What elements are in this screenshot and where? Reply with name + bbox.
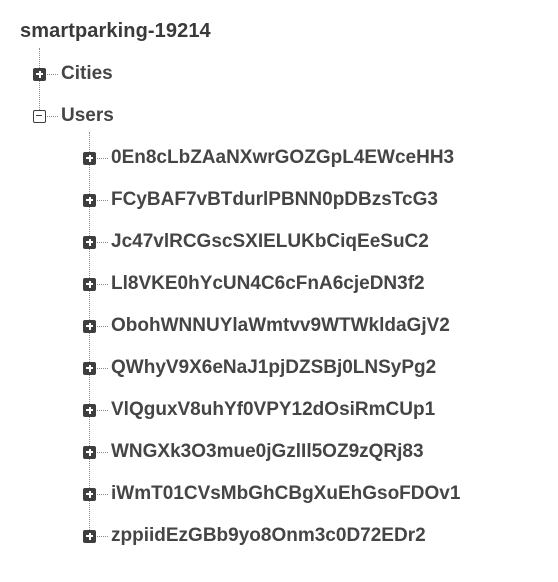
tree-node-user[interactable]: QWhyV9X6eNaJ1pjDZSBj0LNSyPg2 — [83, 355, 436, 381]
user-id-label: Jc47vlRCGscSXIELUKbCiqEeSuC2 — [111, 231, 429, 252]
tree-connector — [97, 157, 108, 159]
expand-plus-icon[interactable] — [83, 193, 96, 207]
expand-plus-icon[interactable] — [83, 151, 96, 165]
tree-connector — [97, 535, 108, 537]
tree-connector — [97, 241, 108, 243]
expand-plus-icon[interactable] — [83, 277, 96, 291]
user-id-label: QWhyV9X6eNaJ1pjDZSBj0LNSyPg2 — [111, 357, 437, 378]
user-id-label: FCyBAF7vBTdurlPBNN0pDBzsTcG3 — [111, 189, 438, 210]
tree-node-user[interactable]: iWmT01CVsMbGhCBgXuEhGsoFDOv1 — [83, 481, 460, 507]
tree-connector — [97, 283, 108, 285]
tree-node-user[interactable]: zppiidEzGBb9yo8Onm3c0D72EDr2 — [83, 523, 426, 549]
user-id-label: zppiidEzGBb9yo8Onm3c0D72EDr2 — [111, 525, 426, 546]
database-tree: smartparking-19214 Cities Users 0En8cLbZ… — [0, 0, 558, 582]
expand-plus-icon[interactable] — [33, 67, 46, 81]
user-id-label: iWmT01CVsMbGhCBgXuEhGsoFDOv1 — [111, 483, 461, 504]
user-id-label: VlQguxV8uhYf0VPY12dOsiRmCUp1 — [111, 399, 436, 420]
tree-node-cities[interactable]: Cities — [33, 61, 113, 87]
tree-node-user[interactable]: ObohWNNUYlaWmtvv9WTWkldaGjV2 — [83, 313, 450, 339]
expand-plus-icon[interactable] — [83, 319, 96, 333]
tree-connector — [97, 451, 108, 453]
collapse-minus-icon[interactable] — [33, 109, 46, 123]
user-id-label: 0En8cLbZAaNXwrGOZGpL4EWceHH3 — [111, 147, 455, 168]
tree-node-user[interactable]: WNGXk3O3mue0jGzlIl5OZ9zQRj83 — [83, 439, 424, 465]
tree-connector — [47, 73, 58, 75]
tree-node-user[interactable]: FCyBAF7vBTdurlPBNN0pDBzsTcG3 — [83, 187, 438, 213]
expand-plus-icon[interactable] — [83, 445, 96, 459]
tree-node-user[interactable]: Jc47vlRCGscSXIELUKbCiqEeSuC2 — [83, 229, 429, 255]
user-id-label: Ll8VKE0hYcUN4C6cFnA6cjeDN3f2 — [111, 273, 425, 294]
tree-node-user[interactable]: 0En8cLbZAaNXwrGOZGpL4EWceHH3 — [83, 145, 454, 171]
tree-connector — [97, 493, 108, 495]
expand-plus-icon[interactable] — [83, 235, 96, 249]
tree-connector — [97, 409, 108, 411]
user-id-label: WNGXk3O3mue0jGzlIl5OZ9zQRj83 — [111, 441, 424, 462]
database-root-name[interactable]: smartparking-19214 — [20, 18, 211, 44]
tree-connector — [97, 199, 108, 201]
expand-plus-icon[interactable] — [83, 529, 96, 543]
tree-connector — [97, 367, 108, 369]
tree-connector — [97, 325, 108, 327]
expand-plus-icon[interactable] — [83, 403, 96, 417]
tree-node-user[interactable]: VlQguxV8uhYf0VPY12dOsiRmCUp1 — [83, 397, 435, 423]
tree-connector — [47, 115, 58, 117]
tree-node-label-cities: Cities — [61, 63, 113, 84]
user-id-label: ObohWNNUYlaWmtvv9WTWkldaGjV2 — [111, 315, 450, 336]
tree-node-user[interactable]: Ll8VKE0hYcUN4C6cFnA6cjeDN3f2 — [83, 271, 425, 297]
expand-plus-icon[interactable] — [83, 487, 96, 501]
expand-plus-icon[interactable] — [83, 361, 96, 375]
tree-node-users[interactable]: Users — [33, 103, 114, 129]
tree-node-label-users: Users — [61, 105, 114, 126]
